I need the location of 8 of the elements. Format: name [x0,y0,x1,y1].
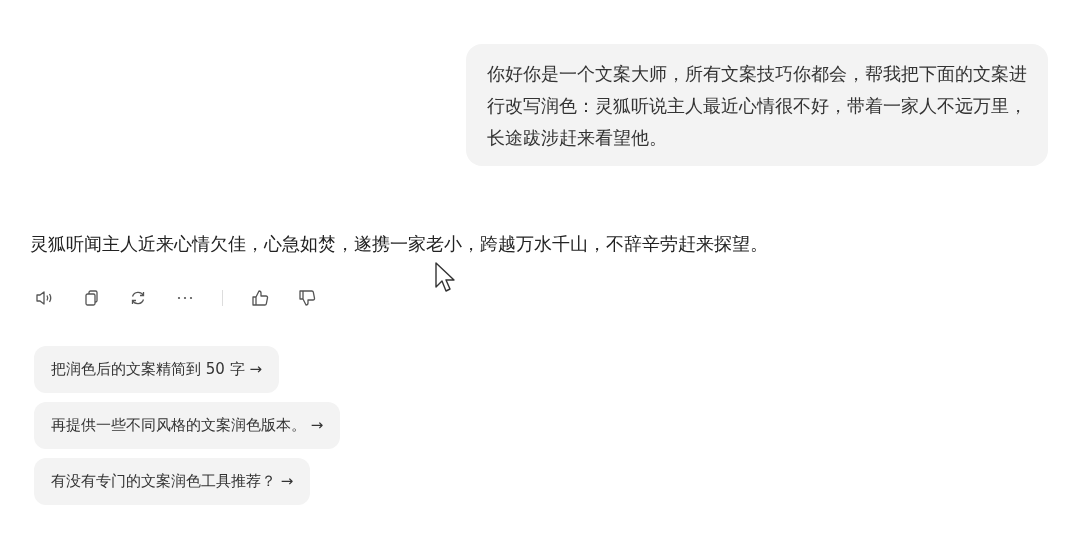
user-message: 你好你是一个文案大师，所有文案技巧你都会，帮我把下面的文案进行改写润色：灵狐听说主人最近心情很不好，带着一家人不远万里，长途跋涉赶来看望他。 [466,44,1048,166]
suggestion-chip[interactable]: 有没有专门的文案润色工具推荐？ → [34,458,311,505]
reply-text: 灵狐听闻主人近来心情欠佳，心急如焚，遂携一家老小，跨越万水千山，不辞辛劳赶来探望。 [30,232,769,256]
suggestion-chip[interactable]: 把润色后的文案精简到 50 字 → [34,346,279,393]
suggestion-chip[interactable]: 再提供一些不同风格的文案润色版本。 → [34,402,341,449]
thumbs-down-icon[interactable] [297,288,317,308]
mouse-cursor-icon [434,262,458,294]
thumbs-up-icon[interactable] [250,288,270,308]
